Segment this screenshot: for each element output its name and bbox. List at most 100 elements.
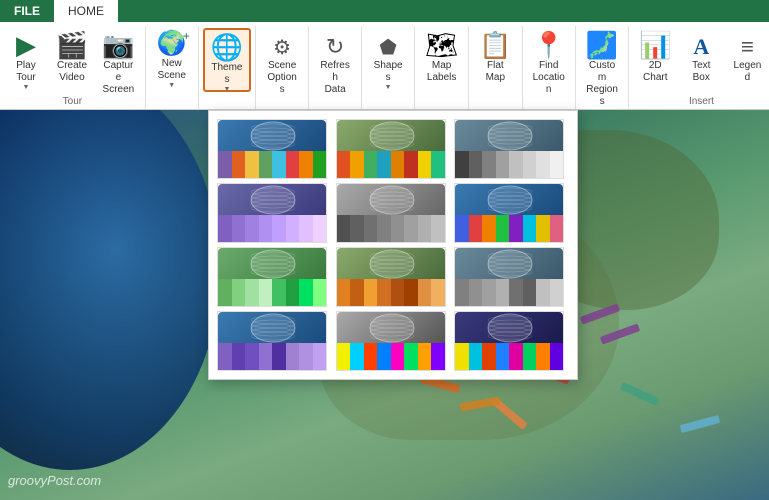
customreg-items: CustomRegions	[580, 28, 624, 105]
shapes-group-label	[366, 105, 410, 109]
2d-chart-label: 2DChart	[643, 60, 667, 84]
theme-item-theme10[interactable]	[217, 311, 327, 371]
ribbon-group-themes: Themes ▼	[199, 26, 256, 109]
theme-item-theme8[interactable]	[336, 247, 446, 307]
capture-screen-button[interactable]: CaptureScreen	[96, 28, 141, 92]
tour-group-label: Tour	[4, 94, 141, 109]
video-icon	[56, 32, 88, 58]
sceneopts-items: SceneOptions	[260, 28, 304, 105]
flatmap-icon	[479, 32, 511, 58]
customreg-icon	[586, 32, 618, 58]
custom-regions-label: CustomRegions	[586, 60, 618, 108]
home-tab[interactable]: HOME	[54, 0, 118, 22]
theme-item-theme12[interactable]	[454, 311, 564, 371]
camera-icon	[102, 32, 134, 58]
custom-regions-button[interactable]: CustomRegions	[580, 28, 624, 92]
themes-dropdown	[208, 110, 578, 380]
maplabels-group-label	[419, 105, 464, 109]
theme-item-theme9[interactable]	[454, 247, 564, 307]
ribbon: PlayTour ▼ CreateVideo CaptureScreen Tou…	[0, 22, 769, 110]
options-icon	[273, 32, 291, 58]
themes-group-label	[203, 105, 251, 109]
theme-item-theme1[interactable]	[217, 119, 327, 179]
play-tour-label: PlayTour	[16, 60, 35, 84]
ribbon-group-maplabels: MapLabels	[415, 26, 469, 109]
themes-globe-icon	[211, 34, 243, 60]
text-box-button[interactable]: TextBox	[679, 28, 723, 92]
maplabels-items: MapLabels	[419, 28, 464, 105]
chart-icon	[639, 32, 671, 58]
create-video-button[interactable]: CreateVideo	[50, 28, 94, 92]
scene-group-label	[150, 105, 194, 109]
flatmap-items: FlatMap	[473, 28, 517, 105]
theme-item-theme4[interactable]	[217, 183, 327, 243]
themes-button[interactable]: Themes ▼	[203, 28, 251, 92]
refresh-data-label: RefreshData	[319, 60, 351, 96]
ribbon-group-findloc: FindLocation	[523, 26, 576, 109]
flatmap-group-label	[473, 105, 517, 109]
scene-items: 🌍+ NewScene ▼	[150, 28, 194, 105]
shapes-items: Shapes ▼	[366, 28, 410, 105]
textbox-icon	[693, 32, 709, 58]
findloc-icon	[533, 32, 565, 58]
findloc-group-label	[527, 105, 571, 109]
theme-item-theme5[interactable]	[336, 183, 446, 243]
findloc-items: FindLocation	[527, 28, 571, 105]
insert-group-label: Insert	[633, 94, 769, 109]
ribbon-group-scene: 🌍+ NewScene ▼	[146, 26, 199, 109]
theme-item-theme6[interactable]	[454, 183, 564, 243]
new-scene-button[interactable]: 🌍+ NewScene ▼	[150, 28, 194, 92]
map-marker-6	[620, 382, 660, 406]
legend-label: Legend	[731, 60, 763, 84]
shapes-arrow: ▼	[385, 84, 392, 91]
themes-label: Themes	[211, 62, 243, 86]
new-scene-label: NewScene	[158, 58, 186, 82]
legend-icon	[741, 32, 754, 58]
insert-items: 2DChart TextBox Legend	[633, 28, 769, 94]
ribbon-group-sceneopts: SceneOptions	[256, 26, 309, 109]
map-marker-7	[680, 415, 721, 433]
play-tour-button[interactable]: PlayTour ▼	[4, 28, 48, 92]
scene-options-button[interactable]: SceneOptions	[260, 28, 304, 92]
create-video-label: CreateVideo	[57, 60, 87, 84]
find-location-label: FindLocation	[533, 60, 565, 96]
theme-item-theme2[interactable]	[336, 119, 446, 179]
refresh-data-button[interactable]: RefreshData	[313, 28, 357, 92]
new-scene-icon: 🌍+	[157, 32, 187, 56]
watermark: groovyPost.com	[8, 473, 101, 488]
ribbon-group-tour: PlayTour ▼ CreateVideo CaptureScreen Tou…	[0, 26, 146, 109]
sceneopts-group-label	[260, 105, 304, 109]
file-tab[interactable]: FILE	[0, 0, 54, 22]
map-labels-label: MapLabels	[427, 60, 456, 84]
ribbon-group-insert: 2DChart TextBox Legend Insert	[629, 26, 769, 109]
find-location-button[interactable]: FindLocation	[527, 28, 571, 92]
map-labels-button[interactable]: MapLabels	[419, 28, 464, 92]
legend-button[interactable]: Legend	[725, 28, 769, 92]
ribbon-group-flatmap: FlatMap	[469, 26, 522, 109]
flat-map-button[interactable]: FlatMap	[473, 28, 517, 92]
shapes-button[interactable]: Shapes ▼	[366, 28, 410, 92]
scene-options-label: SceneOptions	[266, 60, 298, 96]
maplabels-icon	[425, 32, 458, 58]
ribbon-group-shapes: Shapes ▼	[362, 26, 415, 109]
refresh-icon	[326, 32, 344, 58]
text-box-label: TextBox	[692, 60, 710, 84]
themes-grid	[217, 119, 569, 371]
shapes-label: Shapes	[372, 60, 404, 84]
flat-map-label: FlatMap	[486, 60, 505, 84]
ribbon-group-customreg: CustomRegions	[576, 26, 629, 109]
themes-arrow: ▼	[223, 86, 230, 93]
2d-chart-button[interactable]: 2DChart	[633, 28, 677, 92]
ribbon-group-refresh: RefreshData	[309, 26, 362, 109]
theme-item-theme3[interactable]	[454, 119, 564, 179]
capture-screen-label: CaptureScreen	[102, 60, 135, 96]
title-bar: FILE HOME	[0, 0, 769, 22]
theme-item-theme11[interactable]	[336, 311, 446, 371]
shapes-icon	[379, 32, 396, 58]
themes-items: Themes ▼	[203, 28, 251, 105]
tour-items: PlayTour ▼ CreateVideo CaptureScreen	[4, 28, 141, 94]
refresh-items: RefreshData	[313, 28, 357, 105]
theme-item-theme7[interactable]	[217, 247, 327, 307]
play-tour-arrow: ▼	[23, 84, 30, 91]
refresh-group-label	[313, 105, 357, 109]
